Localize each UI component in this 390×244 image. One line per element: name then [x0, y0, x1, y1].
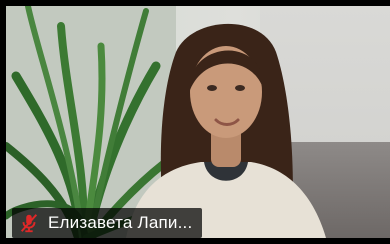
- video-tile[interactable]: Елизавета Лапи...: [0, 0, 390, 244]
- participant-name: Елизавета Лапи...: [48, 213, 193, 232]
- participant-video: [6, 6, 390, 238]
- microphone-muted-icon[interactable]: [18, 212, 40, 234]
- participant-person: [126, 23, 326, 238]
- participant-name-bar: Елизавета Лапи...: [12, 208, 203, 238]
